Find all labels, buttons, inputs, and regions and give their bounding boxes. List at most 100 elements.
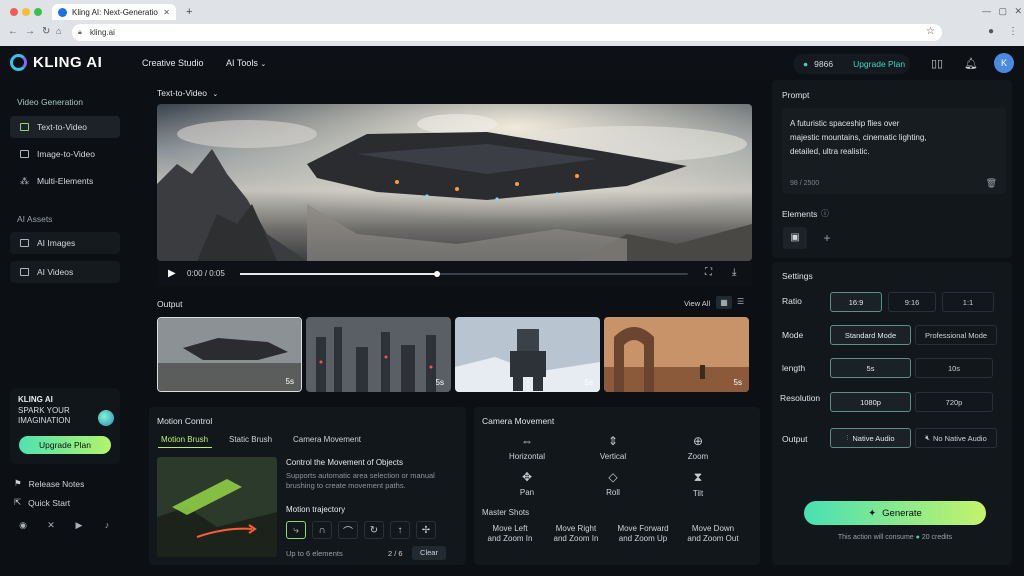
seek-bar[interactable] bbox=[240, 271, 688, 277]
video-preview[interactable] bbox=[157, 104, 752, 261]
window-controls-icon[interactable]: — ▢ ✕ bbox=[982, 6, 1022, 17]
youtube-icon[interactable]: ▶ bbox=[73, 520, 85, 532]
trajectory-up-icon[interactable]: ↑ bbox=[390, 521, 410, 539]
release-notes-link[interactable]: ⚑ Release Notes bbox=[14, 478, 84, 489]
tab-close-icon[interactable]: ✕ bbox=[163, 8, 170, 17]
add-element-icon[interactable]: + bbox=[815, 227, 839, 249]
seek-handle[interactable] bbox=[434, 271, 441, 277]
trajectory-bump-icon[interactable]: ⌒ bbox=[338, 521, 358, 539]
sidebar-item-label: AI Images bbox=[37, 238, 76, 248]
minimize-window-icon[interactable] bbox=[22, 8, 30, 16]
resolution-1080p[interactable]: 1080p bbox=[830, 392, 911, 412]
output-thumbnail-2[interactable]: 5s bbox=[306, 317, 451, 392]
address-bar[interactable]: 🔒︎ kling.ai bbox=[72, 24, 942, 41]
clear-button[interactable]: Clear bbox=[412, 546, 446, 560]
trajectory-circle-icon[interactable]: ↻ bbox=[364, 521, 384, 539]
info-icon[interactable]: ⓘ bbox=[821, 208, 829, 219]
prompt-line: A futuristic spaceship flies over bbox=[790, 119, 900, 128]
orb-icon bbox=[98, 410, 114, 426]
home-icon[interactable]: ⌂ bbox=[56, 26, 61, 36]
output-thumbnail-3[interactable]: 5s bbox=[455, 317, 600, 392]
tab-static-brush[interactable]: Static Brush bbox=[229, 435, 272, 444]
forward-icon[interactable]: → bbox=[25, 26, 35, 37]
camera-zoom[interactable]: ⊕ Zoom bbox=[663, 434, 733, 461]
length-10s[interactable]: 10s bbox=[915, 358, 993, 378]
trajectory-arc-icon[interactable]: ∩ bbox=[312, 521, 332, 539]
shot-move-left-zoom-in[interactable]: Move Left and Zoom In bbox=[476, 524, 544, 544]
discord-icon[interactable]: ◉ bbox=[17, 520, 29, 532]
camera-pan[interactable]: ✥ Pan bbox=[492, 470, 562, 497]
credits-pill: ● 9866 Upgrade Plan bbox=[793, 54, 910, 74]
tab-camera-movement[interactable]: Camera Movement bbox=[293, 435, 361, 444]
trajectory-curve-icon[interactable]: ⤷ bbox=[286, 521, 306, 539]
camera-tilt[interactable]: ⧗ Tilt bbox=[663, 470, 733, 498]
maximize-window-icon[interactable] bbox=[34, 8, 42, 16]
generate-button[interactable]: ✦ Generate bbox=[804, 501, 986, 525]
tab-motion-brush[interactable]: Motion Brush bbox=[161, 435, 208, 444]
bell-icon[interactable]: 🔔︎ bbox=[964, 57, 978, 70]
professional-mode-option[interactable]: Professional Mode bbox=[915, 325, 997, 345]
upgrade-plan-link[interactable]: Upgrade Plan bbox=[853, 59, 905, 69]
camera-vertical[interactable]: ⇕ Vertical bbox=[578, 434, 648, 461]
output-thumbnail-1[interactable]: 5s bbox=[157, 317, 302, 392]
thumbnail-duration: 5s bbox=[285, 377, 294, 386]
reload-icon[interactable]: ↻ bbox=[42, 26, 50, 37]
camera-horizontal[interactable]: ⇔ Horizontal bbox=[492, 434, 562, 461]
tilt-icon: ⧗ bbox=[693, 470, 703, 484]
bookmark-star-icon[interactable]: ☆ bbox=[926, 26, 935, 37]
prompt-label: Prompt bbox=[782, 90, 810, 100]
shot-line-2: and Zoom Out bbox=[687, 534, 739, 543]
no-native-audio-option[interactable]: 🔇︎ No Native Audio bbox=[915, 428, 997, 448]
seek-progress bbox=[240, 273, 438, 275]
standard-mode-option[interactable]: Standard Mode bbox=[830, 325, 911, 345]
native-audio-option[interactable]: ⫶ Native Audio bbox=[830, 428, 911, 448]
back-icon[interactable]: ← bbox=[8, 26, 18, 37]
resolution-720p[interactable]: 720p bbox=[915, 392, 993, 412]
play-icon[interactable]: ▶ bbox=[168, 268, 176, 279]
close-window-icon[interactable] bbox=[10, 8, 18, 16]
x-icon[interactable]: ✕ bbox=[45, 520, 57, 532]
list-view-icon[interactable]: ☰ bbox=[737, 297, 744, 306]
image-element-icon[interactable]: ▣ bbox=[783, 227, 807, 249]
sidebar-item-ai-images[interactable]: AI Images bbox=[10, 232, 120, 254]
browser-tab[interactable]: Kling AI: Next-Generation AI C ✕ bbox=[52, 4, 176, 20]
ratio-16-9[interactable]: 16:9 bbox=[830, 292, 882, 312]
shot-move-forward-zoom-up[interactable]: Move Forward and Zoom Up bbox=[609, 524, 677, 544]
trash-icon[interactable]: 🗑︎ bbox=[986, 178, 997, 189]
tab-title: Kling AI: Next-Generation AI C bbox=[72, 7, 159, 17]
ratio-9-16[interactable]: 9:16 bbox=[888, 292, 936, 312]
time-display: 0:00 / 0:05 bbox=[187, 269, 225, 278]
book-icon[interactable]: ▯▯ bbox=[931, 57, 943, 70]
shot-move-down-zoom-out[interactable]: Move Down and Zoom Out bbox=[679, 524, 747, 544]
camera-roll[interactable]: ◇ Roll bbox=[578, 470, 648, 497]
mode-selector[interactable]: Text-to-Video ⌄ bbox=[157, 88, 218, 98]
avatar[interactable]: K bbox=[994, 53, 1014, 73]
prompt-textarea[interactable]: A futuristic spaceship flies over majest… bbox=[782, 108, 1006, 194]
quick-start-link[interactable]: ⇱ Quick Start bbox=[14, 497, 70, 508]
fullscreen-icon[interactable]: ⛶ bbox=[705, 267, 712, 278]
view-all-link[interactable]: View All bbox=[684, 299, 710, 308]
nav-creative-studio[interactable]: Creative Studio bbox=[142, 58, 204, 68]
new-tab-icon[interactable]: + bbox=[186, 6, 192, 18]
sidebar-item-multi-elements[interactable]: ⁂ Multi-Elements bbox=[10, 170, 120, 192]
sidebar-item-ai-videos[interactable]: AI Videos bbox=[10, 261, 120, 283]
motion-brush-preview[interactable] bbox=[157, 457, 277, 557]
promo-upgrade-button[interactable]: Upgrade Plan bbox=[19, 436, 111, 454]
sidebar-item-text-to-video[interactable]: Text-to-Video bbox=[10, 116, 120, 138]
download-icon[interactable]: ⤓ bbox=[732, 267, 736, 278]
grid-view-icon[interactable]: ▦ bbox=[716, 296, 732, 309]
trajectory-point-icon[interactable]: ✢ bbox=[416, 521, 436, 539]
sidebar-item-image-to-video[interactable]: Image-to-Video bbox=[10, 143, 120, 165]
image-video-icon bbox=[20, 150, 29, 158]
ratio-1-1[interactable]: 1:1 bbox=[942, 292, 994, 312]
shot-move-right-zoom-in[interactable]: Move Right and Zoom In bbox=[542, 524, 610, 544]
roll-icon: ◇ bbox=[608, 470, 618, 484]
browser-menu-icon[interactable]: ⋮ bbox=[1008, 26, 1018, 37]
nav-ai-tools[interactable]: AI Tools ⌄ bbox=[226, 58, 266, 68]
credits-count: 9866 bbox=[814, 59, 834, 69]
length-5s[interactable]: 5s bbox=[830, 358, 911, 378]
tiktok-icon[interactable]: ♪ bbox=[101, 520, 113, 532]
logo[interactable]: KLING AI bbox=[10, 54, 102, 71]
profile-icon[interactable]: ● bbox=[988, 26, 994, 37]
output-thumbnail-4[interactable]: 5s bbox=[604, 317, 749, 392]
